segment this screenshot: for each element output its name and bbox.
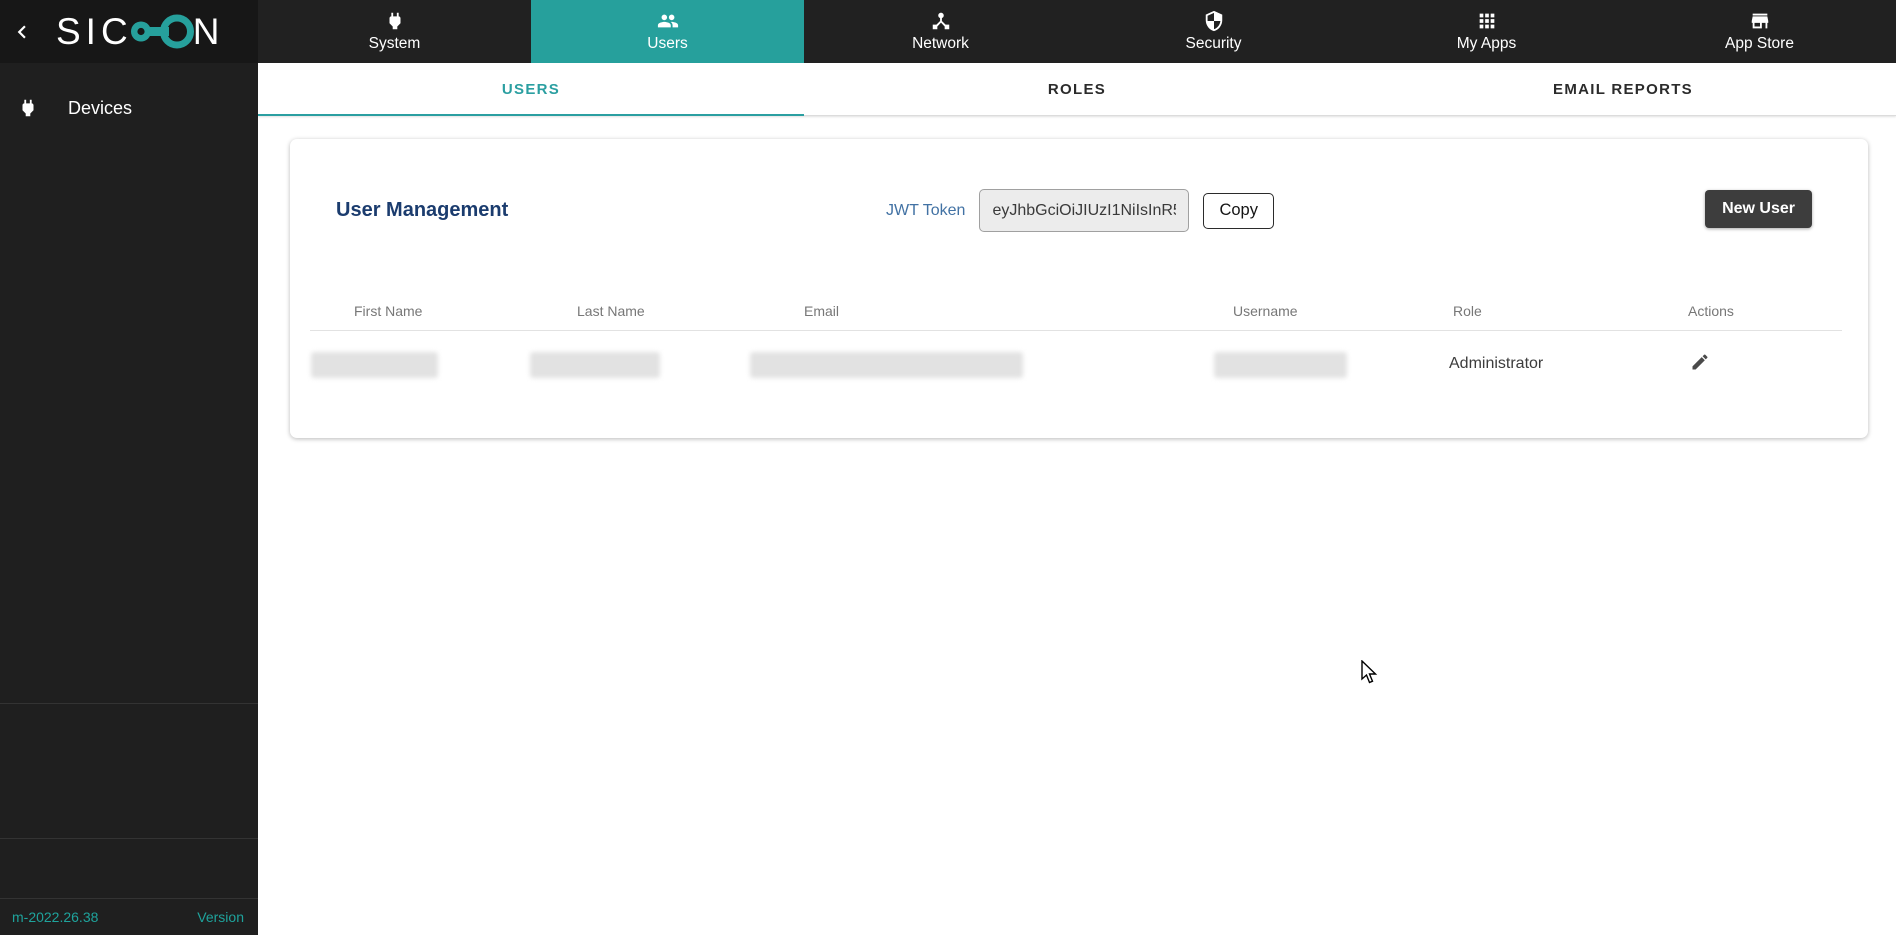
storefront-icon	[1749, 10, 1771, 32]
brand-link-icon	[129, 11, 195, 53]
version-number: m-2022.26.38	[12, 909, 98, 925]
tab-email-reports[interactable]: EMAIL REPORTS	[1350, 63, 1896, 116]
sidebar-item-devices[interactable]: Devices	[0, 85, 258, 131]
logo-bar: SIC N	[0, 0, 258, 63]
main-content: User Management JWT Token Copy New User …	[258, 116, 1896, 935]
copy-button[interactable]: Copy	[1203, 193, 1274, 229]
nav-tab-label: System	[369, 35, 421, 53]
redacted-cell-last-name	[530, 352, 660, 378]
column-header-last-name: Last Name	[577, 303, 645, 319]
brand-logo: SIC N	[56, 11, 224, 53]
role-value: Administrator	[1449, 355, 1543, 373]
plug-icon	[16, 97, 40, 119]
nav-tab-label: App Store	[1725, 35, 1794, 53]
divider	[0, 838, 258, 839]
nav-tab-label: Users	[647, 35, 687, 53]
edit-pencil-icon[interactable]	[1690, 352, 1710, 377]
sidebar-account-row: sj	[0, 772, 258, 838]
back-chevron-icon[interactable]	[0, 0, 44, 63]
column-header-actions: Actions	[1688, 303, 1734, 319]
grid-icon	[1476, 10, 1498, 32]
nav-tab-security[interactable]: Security	[1077, 0, 1350, 63]
divider	[0, 898, 258, 899]
people-icon	[656, 10, 680, 32]
shield-icon	[1203, 10, 1225, 32]
jwt-token-group: JWT Token Copy	[886, 189, 1274, 232]
column-header-email: Email	[804, 303, 839, 319]
redacted-cell-email	[750, 352, 1023, 378]
tab-label: USERS	[502, 81, 560, 98]
sub-tab-bar: USERS ROLES EMAIL REPORTS	[258, 63, 1896, 116]
top-nav: System Users Network Security My Apps Ap…	[258, 0, 1896, 63]
redacted-cell-first-name	[311, 352, 438, 378]
nav-tab-users[interactable]: Users	[531, 0, 804, 63]
nav-tab-label: Network	[912, 35, 969, 53]
table-header-row: First Name Last Name Email Username Role…	[290, 303, 1868, 323]
nav-tab-network[interactable]: Network	[804, 0, 1077, 63]
new-user-button[interactable]: New User	[1705, 190, 1812, 228]
nav-tab-my-apps[interactable]: My Apps	[1350, 0, 1623, 63]
page-title: User Management	[336, 199, 508, 222]
table-row: Administrator	[290, 344, 1868, 388]
nav-tab-label: Security	[1186, 35, 1242, 53]
tab-label: ROLES	[1048, 81, 1106, 98]
plug-icon	[384, 10, 406, 32]
column-header-role: Role	[1453, 303, 1482, 319]
column-header-first-name: First Name	[354, 303, 422, 319]
tab-label: EMAIL REPORTS	[1553, 81, 1693, 98]
sidebar-utility-row	[0, 703, 258, 770]
tab-users[interactable]: USERS	[258, 63, 804, 116]
app-root: SIC N Devices	[0, 0, 1896, 935]
user-management-card: User Management JWT Token Copy New User …	[290, 139, 1868, 438]
sidebar-qr-row: QR Code	[0, 840, 258, 898]
nav-tab-app-store[interactable]: App Store	[1623, 0, 1896, 63]
tab-roles[interactable]: ROLES	[804, 63, 1350, 116]
nav-tab-system[interactable]: System	[258, 0, 531, 63]
column-header-username: Username	[1233, 303, 1298, 319]
table-header-divider	[310, 330, 1842, 331]
sidebar: SIC N Devices	[0, 0, 258, 935]
sidebar-item-label: Devices	[68, 98, 132, 119]
network-hub-icon	[930, 10, 952, 32]
brand-logo-text-left: SI	[56, 11, 101, 53]
brand-logo-text-right: N	[193, 11, 225, 53]
redacted-cell-username	[1214, 352, 1347, 378]
jwt-token-input[interactable]	[979, 189, 1189, 232]
nav-tab-label: My Apps	[1457, 35, 1516, 53]
jwt-token-label: JWT Token	[886, 202, 965, 220]
version-label: Version	[197, 909, 244, 925]
